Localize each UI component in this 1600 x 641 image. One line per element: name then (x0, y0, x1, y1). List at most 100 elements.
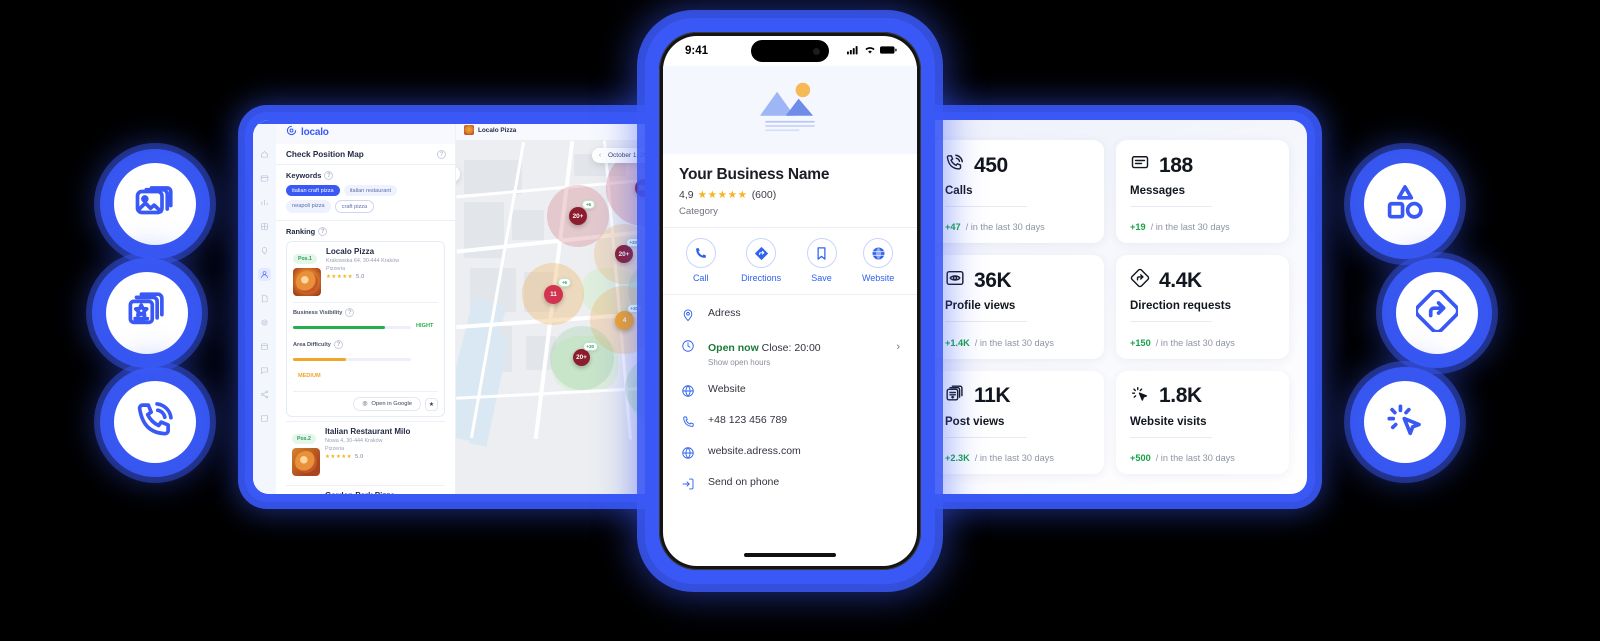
map-info-button[interactable]: ? (456, 166, 460, 182)
phone-screen: 9:41 Your Business Name 4,9 ★★★★★ (600) … (663, 36, 917, 566)
stat-footer: +150 / in the last 30 days (1130, 329, 1275, 348)
brand-name: localo (301, 126, 329, 138)
business-thumbnail (293, 268, 321, 297)
keyword-chips: italian craft pizza italian restaurant n… (286, 185, 445, 214)
bookmark-icon (806, 238, 837, 268)
row-phone[interactable]: +48 123 456 789 (663, 406, 917, 437)
row-address[interactable]: Adress (663, 299, 917, 330)
stat-value: 4.4K (1159, 268, 1202, 292)
row-subtext: Show open hours (708, 358, 771, 367)
chevron-right-icon[interactable]: › (896, 341, 900, 353)
card-actions: ◎ Open in Google ★ (293, 397, 438, 412)
stat-value: 188 (1159, 153, 1193, 177)
map-pin[interactable]: 4 +20 (615, 304, 642, 330)
ranking-card-2[interactable]: Pos.2 Italian Restaurant Milo Nowa 4, 30… (286, 421, 445, 481)
metric-help-icon[interactable]: ? (333, 340, 343, 350)
badge-shapes[interactable] (1364, 163, 1446, 245)
stat-delta: +2.3K (945, 453, 970, 463)
row-website-url[interactable]: website.adress.com (663, 437, 917, 468)
badge-gallery[interactable] (114, 163, 196, 245)
badge-phone-ring[interactable] (114, 381, 196, 463)
sidebar-item-apps[interactable] (258, 412, 271, 425)
sidebar-item-pin[interactable] (258, 244, 271, 257)
keyword-chip[interactable]: craft pizza (334, 200, 375, 214)
business-name: Garden Park Pizza (325, 491, 439, 494)
ranking-row: Pos.1 Localo Pizza Krakowska 64, 30-444 … (293, 247, 438, 297)
keywords-block: Keywords ? italian craft pizza italian r… (276, 165, 455, 222)
status-indicators (847, 42, 897, 60)
stat-card-messages[interactable]: 188 Messages +19 / in the last 30 days (1116, 140, 1289, 244)
camera-icon (813, 47, 820, 55)
business-rating: ★★★★★ 5.0 (326, 274, 365, 281)
row-website-label[interactable]: Website (663, 375, 917, 406)
stat-period: / in the last 30 days (974, 453, 1054, 463)
cursor-click-icon (1130, 384, 1150, 409)
action-call[interactable]: Call (685, 238, 716, 283)
prev-date-arrow[interactable]: ‹ (592, 152, 608, 159)
keywords-help-icon[interactable]: ? (324, 171, 334, 180)
keyword-chip[interactable]: neapoli pizza (286, 200, 331, 214)
sidebar-item-settings[interactable] (258, 316, 271, 329)
business-info: Your Business Name 4,9 ★★★★★ (600) Categ… (663, 154, 917, 227)
panel-title: Check Position Map (286, 150, 364, 159)
sidebar-item-document[interactable] (258, 292, 271, 305)
business-actions: Call Directions Save Website (663, 227, 917, 295)
badge-click[interactable] (1364, 381, 1446, 463)
action-save[interactable]: Save (806, 238, 837, 283)
cursor-click-icon (1384, 399, 1426, 446)
stat-divider (945, 436, 1027, 438)
business-thumbnail (292, 448, 320, 477)
phone-ring-icon (945, 153, 965, 178)
keywords-label: Keywords ? (286, 171, 445, 180)
dynamic-island (751, 40, 829, 62)
map-pin-badge: +20 (625, 238, 641, 247)
ranking-label: Ranking ? (286, 227, 445, 237)
rating-value: 4,9 (679, 189, 694, 201)
map-business-name: Localo Pizza (478, 126, 517, 134)
keyword-chip[interactable]: italian craft pizza (286, 185, 340, 197)
help-icon[interactable]: ? (437, 150, 446, 159)
sidebar-item-calendar[interactable] (258, 340, 271, 353)
rank-position: Pos.1 (293, 254, 317, 265)
business-hero-image (663, 66, 917, 154)
map-pin[interactable]: 20++6 (569, 200, 595, 225)
sidebar-item-share[interactable] (258, 388, 271, 401)
business-rating-row: 4,9 ★★★★★ (600) (679, 189, 901, 201)
sidebar-item-home[interactable] (258, 148, 271, 161)
business-name: Your Business Name (679, 166, 830, 183)
row-hours[interactable]: Open now Close: 20:00 Show open hours › (663, 330, 917, 375)
stat-header: 450 (945, 153, 1090, 178)
action-directions[interactable]: Directions (741, 238, 781, 283)
composition-stage: localo Check Position Map ? Keywords ? i… (0, 0, 1600, 641)
badge-directions[interactable] (1396, 272, 1478, 354)
map-pin[interactable]: 20++20 (615, 238, 641, 263)
sidebar-item-user[interactable] (258, 268, 271, 281)
row-send-on-phone[interactable]: Send on phone (663, 468, 917, 499)
stat-card-post-views[interactable]: 11K Post views +2.3K / in the last 30 da… (931, 370, 1104, 474)
ranking-help-icon[interactable]: ? (318, 227, 328, 237)
sidebar-item-chart[interactable] (258, 196, 271, 209)
sidebar-item-grid[interactable] (258, 220, 271, 233)
star-action-button[interactable]: ★ (425, 397, 438, 411)
keyword-chip[interactable]: italian restaurant (343, 185, 398, 197)
map-pin[interactable]: 11 +6 (544, 278, 571, 304)
insights-grid: 450 Calls +47 / in the last 30 days 188 … (913, 120, 1307, 494)
action-website[interactable]: Website (862, 238, 894, 283)
ranking-card-3[interactable]: Pos.3 Garden Park Pizza Miła, 30-700 Kra… (286, 485, 445, 494)
stat-card-profile-views[interactable]: 36K Profile views +1.4K / in the last 30… (931, 255, 1104, 359)
badge-reviews[interactable] (106, 272, 188, 354)
open-in-google-button[interactable]: ◎ Open in Google (353, 397, 421, 412)
row-text: Send on phone (708, 476, 780, 488)
sidebar-item-inbox[interactable] (258, 172, 271, 185)
business-category: Pizzeria (325, 446, 345, 453)
sidebar-item-chat[interactable] (258, 364, 271, 377)
ranking-card-1[interactable]: Pos.1 Localo Pizza Krakowska 64, 30-444 … (286, 241, 445, 418)
metric-help-icon[interactable]: ? (345, 308, 355, 318)
map-pin[interactable]: 20++20 (573, 342, 598, 366)
stat-label: Post views (945, 415, 1005, 428)
stat-card-calls[interactable]: 450 Calls +47 / in the last 30 days (931, 140, 1104, 244)
metric-visibility: Business Visibility ? HIGHT (293, 308, 438, 335)
stat-card-website-visits[interactable]: 1.8K Website visits +500 / in the last 3… (1116, 370, 1289, 474)
stat-card-direction-requests[interactable]: 4.4K Direction requests +150 / in the la… (1116, 255, 1289, 359)
status-time: 9:41 (685, 45, 709, 57)
